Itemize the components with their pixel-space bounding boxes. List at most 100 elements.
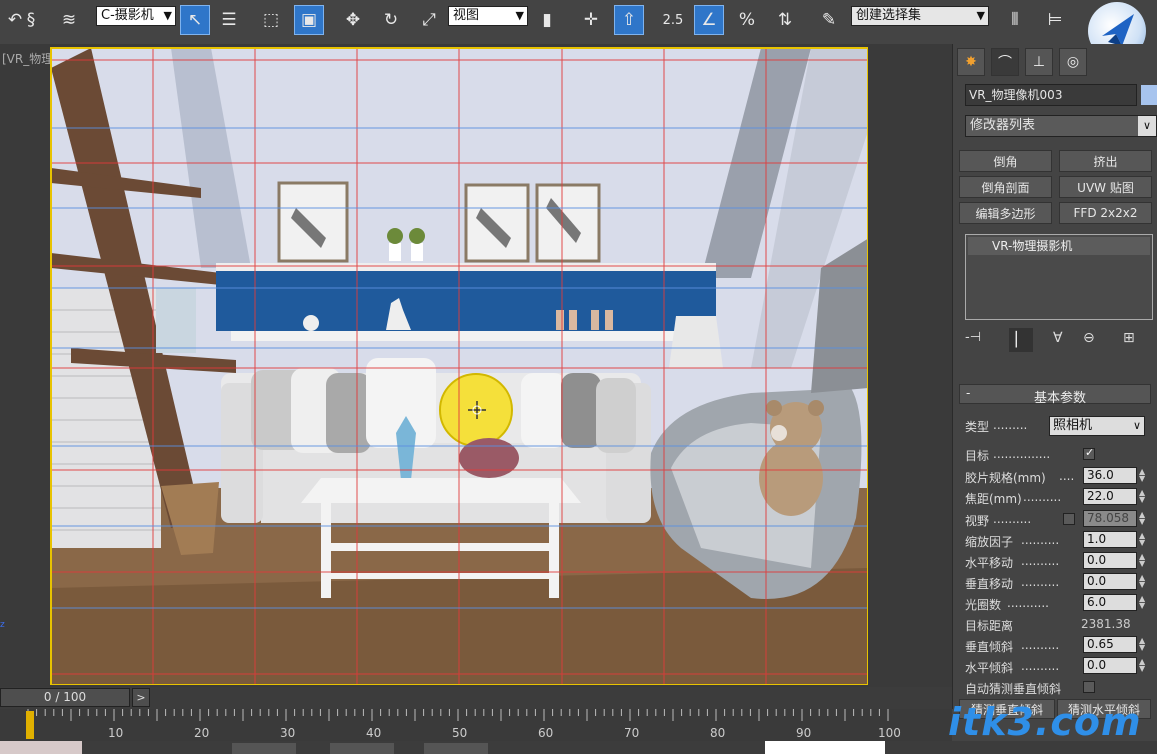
film-gate-spinner[interactable]: 36.0 xyxy=(1083,467,1137,484)
modifier-edit-poly-button[interactable]: 编辑多边形 xyxy=(959,202,1052,224)
key-filter-combo[interactable] xyxy=(765,741,885,754)
scale-icon[interactable]: ⤢ xyxy=(414,5,444,35)
axis-gizmo-icon: z xyxy=(0,620,5,630)
percent-snap-icon[interactable]: % xyxy=(732,5,762,35)
motion-tab[interactable]: ◎ xyxy=(1059,48,1087,76)
time-marker[interactable] xyxy=(26,711,34,739)
make-unique-icon[interactable]: ∀ xyxy=(1053,330,1063,346)
f-number-row: 光圈数........... 6.0 ▲ ▼ xyxy=(965,594,1146,612)
time-slider-thumb[interactable]: 0 / 100 xyxy=(0,688,130,707)
horizontal-tilt-row: 水平倾斜.......... 0.0 ▲ ▼ xyxy=(965,657,1146,675)
selection-filter-combo[interactable]: C-摄影机 ▼ xyxy=(96,6,176,26)
tick-label: 70 xyxy=(624,726,640,740)
remove-modifier-icon[interactable]: ⊖ xyxy=(1083,330,1095,346)
modifier-list-combo[interactable]: 修改器列表 ∨ xyxy=(965,115,1157,137)
focal-length-row: 焦距(mm).......... 22.0 ▲ ▼ xyxy=(965,488,1146,506)
configure-sets-icon[interactable]: ⊞ xyxy=(1123,330,1135,346)
pin-stack-icon[interactable]: -⊣ xyxy=(965,330,989,350)
vertical-shift-spinner[interactable]: 0.0 xyxy=(1083,573,1137,590)
horizontal-tilt-spinner-arrows-icon[interactable]: ▲ ▼ xyxy=(1139,658,1145,673)
status-field[interactable] xyxy=(330,743,394,754)
modify-tab[interactable]: ⌒ xyxy=(991,48,1019,76)
main-toolbar: ↶ § ≋ C-摄影机 ▼ ↖ ☰ ⬚ ▣ ✥ ↻ ⤢ 视图 ▼ ▮ ✛ ⇧ 2.5… xyxy=(0,0,1157,60)
pivot-icon[interactable]: ▮ xyxy=(532,5,562,35)
select-by-name-icon[interactable]: ☰ xyxy=(214,5,244,35)
mirror-icon[interactable]: ⫴ xyxy=(1000,5,1030,35)
target-distance-value: 2381.38 xyxy=(1081,617,1131,631)
object-name-field[interactable]: VR_物理像机003 xyxy=(965,84,1137,106)
auto-guess-vertical-tilt-checkbox[interactable] xyxy=(1083,681,1095,693)
fov-spinner-arrows-icon: ▲ ▼ xyxy=(1139,510,1146,526)
edit-named-sets-icon[interactable]: ✎ xyxy=(814,5,844,35)
tick-label: 20 xyxy=(194,726,210,740)
safe-frame-grid xyxy=(51,48,867,684)
modifier-uvw-map-button[interactable]: UVW 贴图 xyxy=(1059,176,1152,198)
status-field[interactable] xyxy=(232,743,296,754)
snap-3d-icon[interactable]: 2.5 xyxy=(658,5,688,35)
modifier-ffd-button[interactable]: FFD 2x2x2 xyxy=(1059,202,1152,224)
focal-length-spinner-arrows-icon[interactable]: ▲ ▼ xyxy=(1139,489,1145,504)
modifier-bevel-profile-button[interactable]: 倒角剖面 xyxy=(959,176,1052,198)
safe-frame xyxy=(50,47,868,685)
time-slider[interactable]: 0 / 100 > xyxy=(0,687,952,709)
film-gate-row: 胶片规格(mm).... 36.0 ▲ ▼ xyxy=(965,467,1146,485)
angle-snap-icon[interactable]: ∠ xyxy=(694,5,724,35)
auto-guess-vertical-tilt-row: 自动猜测垂直倾斜 xyxy=(965,678,1150,698)
modifier-stack-item[interactable]: VR-物理摄影机 xyxy=(968,237,1150,255)
tick-label: 60 xyxy=(538,726,554,740)
zoom-factor-spinner[interactable]: 1.0 xyxy=(1083,531,1137,548)
focal-length-spinner[interactable]: 22.0 xyxy=(1083,488,1137,505)
vertical-shift-row: 垂直移动.......... 0.0 ▲ ▼ xyxy=(965,573,1146,591)
next-frame-icon[interactable]: > xyxy=(132,688,150,707)
select-icon[interactable]: ↖ xyxy=(180,5,210,35)
rotate-icon[interactable]: ↻ xyxy=(376,5,406,35)
horizontal-shift-spinner-arrows-icon[interactable]: ▲ ▼ xyxy=(1139,553,1145,568)
zoom-factor-row: 缩放因子.......... 1.0 ▲ ▼ xyxy=(965,531,1146,549)
basic-params-rollout-header[interactable]: - 基本参数 xyxy=(959,384,1151,406)
create-tab[interactable]: ✸ xyxy=(957,48,985,76)
status-field[interactable] xyxy=(424,743,488,754)
spinner-snap-icon[interactable]: ⇅ xyxy=(770,5,800,35)
move-icon[interactable]: ✥ xyxy=(338,5,368,35)
tick-label: 10 xyxy=(108,726,124,740)
fov-checkbox[interactable] xyxy=(1063,513,1075,525)
modifier-bevel-button[interactable]: 倒角 xyxy=(959,150,1052,172)
target-checkbox[interactable]: ✓ xyxy=(1083,446,1095,460)
rect-region-icon[interactable]: ⬚ xyxy=(256,5,286,35)
fov-row: 视野.......... 78.058 ▲ ▼ xyxy=(965,510,1146,528)
target-distance-row: 目标距离 2381.38 xyxy=(965,617,1131,633)
camera-type-select[interactable]: 照相机 ∨ xyxy=(1049,416,1145,436)
horizontal-shift-spinner[interactable]: 0.0 xyxy=(1083,552,1137,569)
maxscript-listener[interactable] xyxy=(0,741,82,754)
modifier-stack: VR-物理摄影机 xyxy=(965,234,1153,320)
watermark: itk3.com xyxy=(948,700,1142,744)
hierarchy-tab[interactable]: ⊥ xyxy=(1025,48,1053,76)
f-number-spinner[interactable]: 6.0 xyxy=(1083,594,1137,611)
modifier-extrude-button[interactable]: 挤出 xyxy=(1059,150,1152,172)
window-crossing-icon[interactable]: ▣ xyxy=(294,5,324,35)
vertical-tilt-row: 垂直倾斜.......... 0.65 ▲ ▼ xyxy=(965,636,1146,654)
keyboard-shortcut-icon[interactable]: ⇧ xyxy=(614,5,644,35)
align-icon[interactable]: ⊨ xyxy=(1040,5,1070,35)
track-bar[interactable]: 10 20 30 40 50 60 70 80 90 100 xyxy=(0,709,952,741)
horizontal-tilt-spinner[interactable]: 0.0 xyxy=(1083,657,1137,674)
vertical-tilt-spinner-arrows-icon[interactable]: ▲ ▼ xyxy=(1139,637,1145,652)
film-gate-spinner-arrows-icon[interactable]: ▲ ▼ xyxy=(1139,468,1145,483)
camera-target-crosshair-icon[interactable] xyxy=(468,401,486,419)
zoom-factor-spinner-arrows-icon[interactable]: ▲ ▼ xyxy=(1139,532,1145,547)
link-icon[interactable]: § xyxy=(16,5,46,35)
tick-label: 80 xyxy=(710,726,726,740)
vertical-shift-spinner-arrows-icon[interactable]: ▲ ▼ xyxy=(1139,574,1145,589)
tick-label: 40 xyxy=(366,726,382,740)
reference-coord-combo[interactable]: 视图 ▼ xyxy=(448,6,528,26)
show-end-result-icon[interactable]: ▏ xyxy=(1009,328,1033,352)
tick-label: 50 xyxy=(452,726,468,740)
f-number-spinner-arrows-icon[interactable]: ▲ ▼ xyxy=(1139,595,1145,610)
vertical-tilt-spinner[interactable]: 0.65 xyxy=(1083,636,1137,653)
fov-spinner: 78.058 xyxy=(1083,510,1137,527)
bind-space-warp-icon[interactable]: ≋ xyxy=(54,5,84,35)
manipulate-icon[interactable]: ✛ xyxy=(576,5,606,35)
tick-label: 90 xyxy=(796,726,812,740)
object-color-swatch[interactable] xyxy=(1141,85,1157,105)
named-selection-combo[interactable]: 创建选择集 ▼ xyxy=(851,6,989,26)
